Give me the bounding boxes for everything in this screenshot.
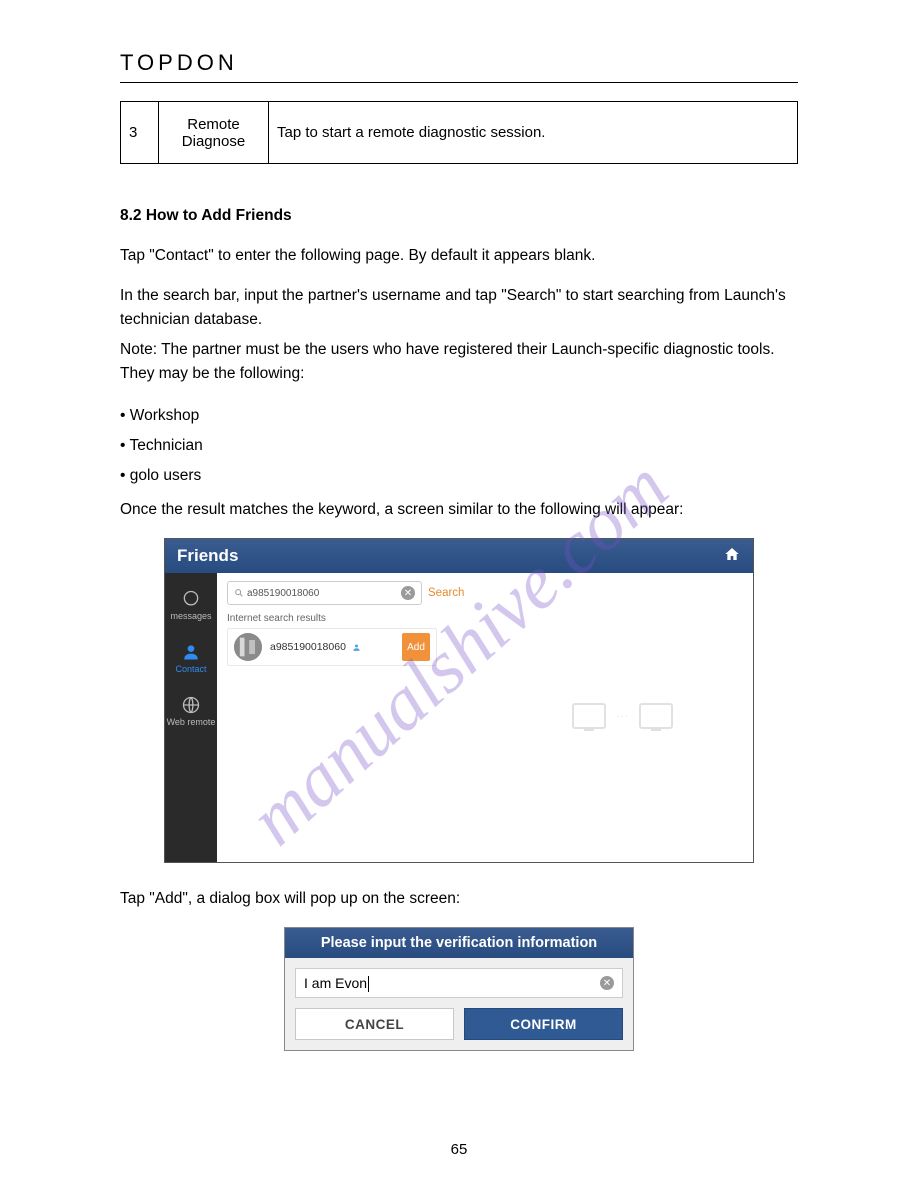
- table-cell-desc: Tap to start a remote diagnostic session…: [269, 102, 798, 164]
- home-icon[interactable]: [723, 546, 741, 567]
- clear-icon[interactable]: ✕: [600, 976, 614, 990]
- sidebar-item-contact[interactable]: Contact: [175, 642, 206, 675]
- brand-logo: TOPDON: [120, 50, 798, 76]
- device-icon: [572, 703, 606, 729]
- sidebar-item-label: messages: [170, 611, 211, 621]
- sidebar-item-label: Contact: [175, 664, 206, 674]
- input-value: I am Evon: [304, 975, 367, 991]
- devices-illustration: ···: [572, 703, 673, 729]
- page-number: 65: [0, 1141, 918, 1158]
- user-icon: [352, 643, 361, 652]
- sidebar-item-messages[interactable]: messages: [170, 589, 211, 622]
- add-button[interactable]: Add: [402, 633, 430, 661]
- paragraph: Once the result matches the keyword, a s…: [120, 498, 798, 522]
- confirm-button[interactable]: CONFIRM: [464, 1008, 623, 1040]
- avatar: [234, 633, 262, 661]
- verification-dialog: Please input the verification informatio…: [284, 927, 634, 1051]
- search-value: a985190018060: [247, 588, 319, 599]
- friends-screenshot: Friends messages Contact Web remote: [164, 538, 754, 863]
- table-row: 3 Remote Diagnose Tap to start a remote …: [121, 102, 798, 164]
- list-item: • Technician: [120, 434, 798, 458]
- table-cell-label: Remote Diagnose: [159, 102, 269, 164]
- friends-main: a985190018060 ✕ Search Internet search r…: [217, 573, 753, 862]
- paragraph: Tap "Contact" to enter the following pag…: [120, 244, 798, 268]
- results-label: Internet search results: [227, 613, 743, 624]
- search-input[interactable]: a985190018060 ✕: [227, 581, 422, 605]
- paragraph: In the search bar, input the partner's u…: [120, 284, 798, 332]
- dialog-title: Please input the verification informatio…: [285, 928, 633, 958]
- search-icon: [234, 588, 244, 598]
- friends-header: Friends: [165, 539, 753, 573]
- table-cell-num: 3: [121, 102, 159, 164]
- search-button[interactable]: Search: [428, 587, 464, 599]
- section-heading: 8.2 How to Add Friends: [120, 204, 798, 228]
- list-item: • Workshop: [120, 404, 798, 428]
- device-icon: [639, 703, 673, 729]
- cancel-button[interactable]: CANCEL: [295, 1008, 454, 1040]
- paragraph: Tap "Add", a dialog box will pop up on t…: [120, 887, 798, 911]
- search-result-row: a985190018060 Add: [227, 628, 437, 666]
- result-username: a985190018060: [270, 641, 394, 653]
- sidebar-item-web-remote[interactable]: Web remote: [167, 695, 216, 728]
- friends-title: Friends: [177, 546, 238, 566]
- bullet-list: • Workshop • Technician • golo users: [120, 404, 798, 488]
- note-text: Note: The partner must be the users who …: [120, 338, 798, 386]
- connection-dots-icon: ···: [616, 711, 629, 722]
- sidebar-item-label: Web remote: [167, 717, 216, 727]
- verification-input[interactable]: I am Evon ✕: [295, 968, 623, 998]
- list-item: • golo users: [120, 464, 798, 488]
- clear-icon[interactable]: ✕: [401, 586, 415, 600]
- feature-table: 3 Remote Diagnose Tap to start a remote …: [120, 101, 798, 164]
- friends-sidebar: messages Contact Web remote: [165, 573, 217, 862]
